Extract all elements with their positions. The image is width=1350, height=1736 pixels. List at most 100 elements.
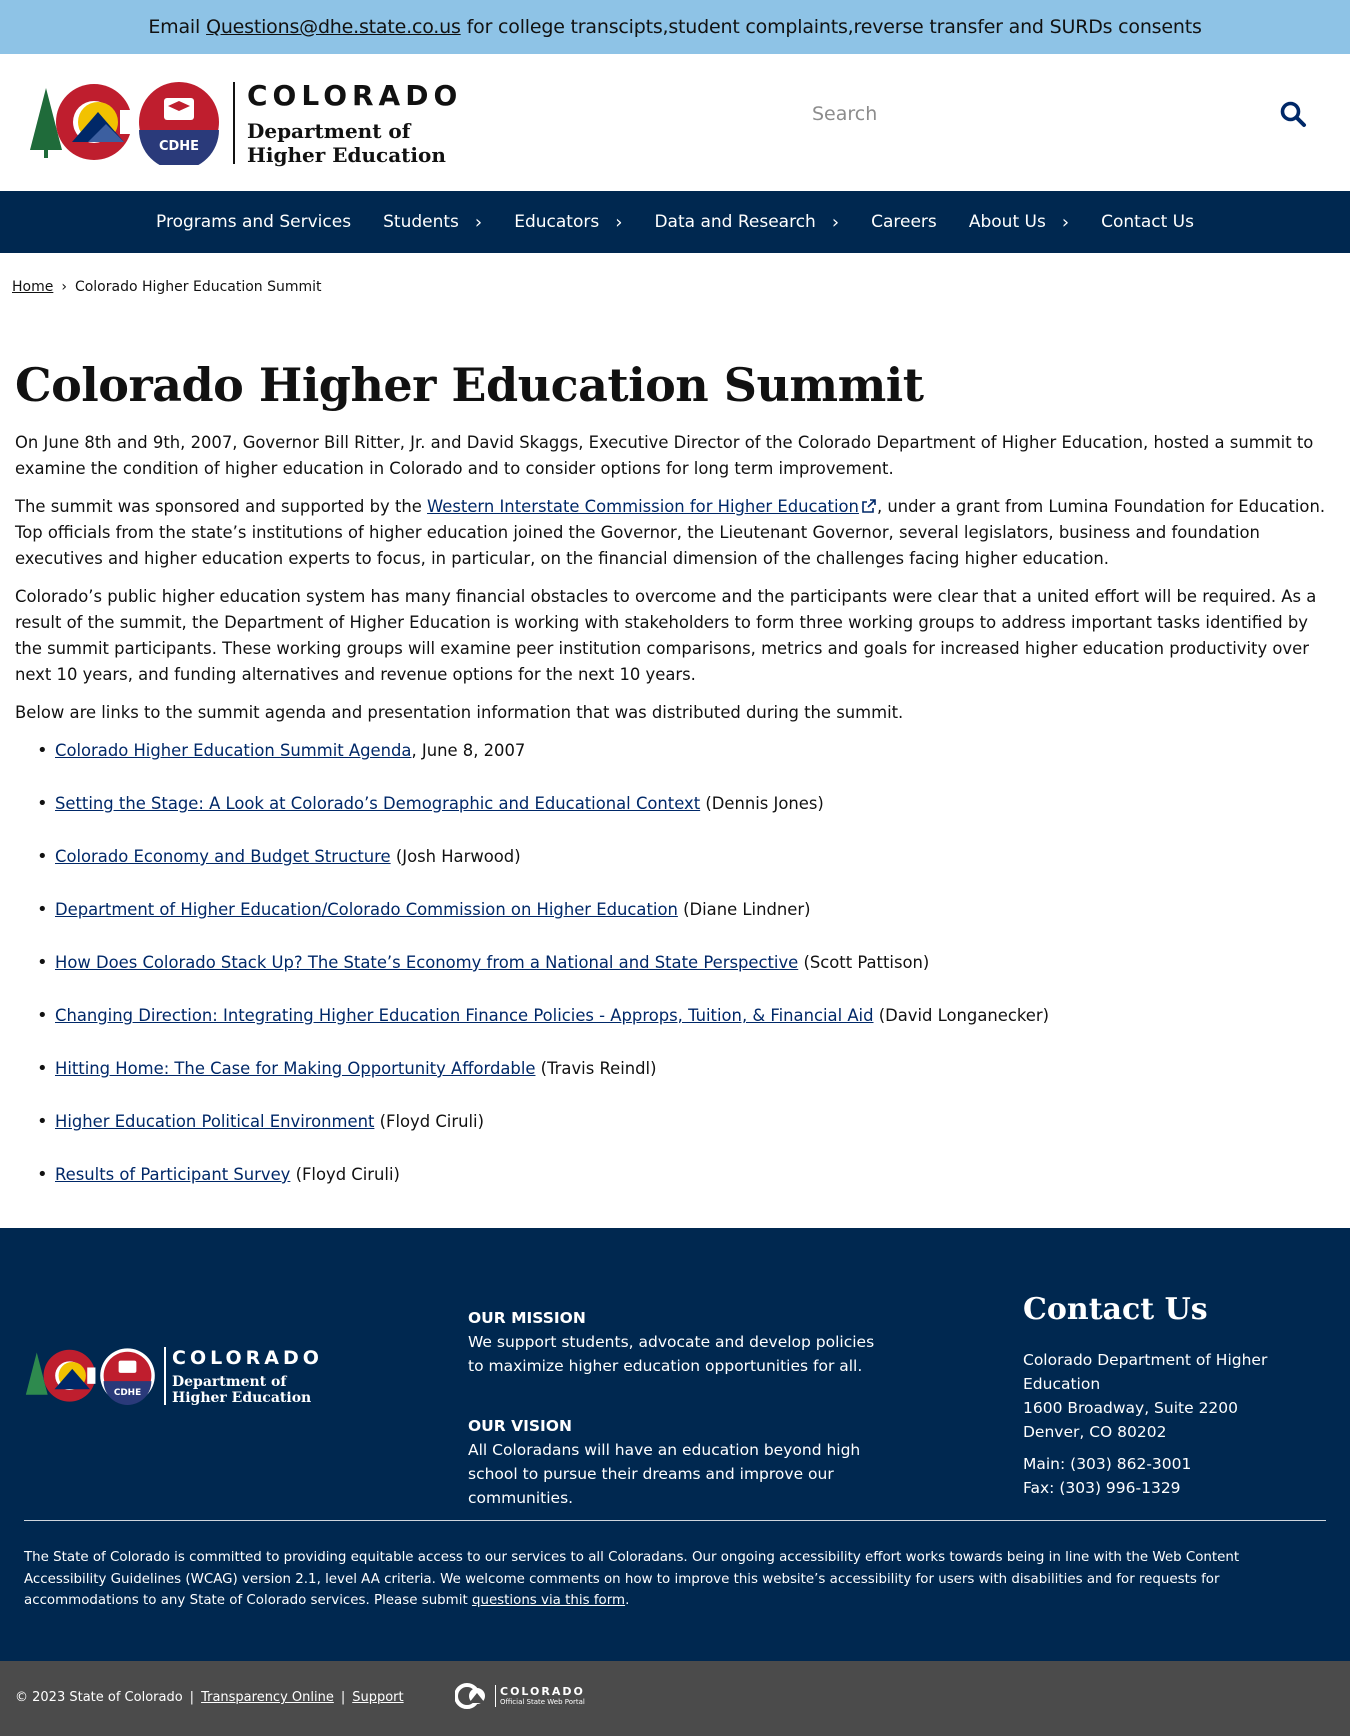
wiche-link-label: Western Interstate Commission for Higher… (427, 497, 859, 516)
support-link[interactable]: Support (352, 1690, 403, 1705)
summit-document-link[interactable]: Changing Direction: Integrating Higher E… (55, 1006, 874, 1025)
contact-main-phone: Main: (303) 862-3001 (1023, 1455, 1192, 1473)
colorado-portal-logo[interactable]: COLORADO Official State Web Portal (455, 1681, 585, 1711)
summit-link-suffix: (Travis Reindl) (535, 1059, 657, 1078)
links-intro-paragraph: Below are links to the summit agenda and… (15, 703, 904, 722)
summit-link-item: Changing Direction: Integrating Higher E… (37, 1003, 1335, 1029)
summit-link-item: Colorado Higher Education Summit Agenda,… (37, 738, 1335, 764)
footer-colorado-cdhe-logo-icon: CDHE (25, 1348, 155, 1405)
chevron-right-icon[interactable]: › (475, 212, 482, 233)
site-logo[interactable]: CDHE COLORADO Department of Higher Educa… (28, 79, 462, 167)
main-content: Colorado Higher Education Summit On June… (15, 350, 1335, 1215)
summit-link-suffix: , June 8, 2007 (411, 741, 526, 760)
logo-dept-line2: Higher Education (247, 142, 446, 167)
summit-link-item: Higher Education Political Environment (… (37, 1109, 1335, 1135)
summit-document-link[interactable]: How Does Colorado Stack Up? The State’s … (55, 953, 798, 972)
summit-document-link[interactable]: Results of Participant Survey (55, 1165, 290, 1184)
sponsor-text-before: The summit was sponsored and supported b… (15, 497, 428, 516)
contact-org: Colorado Department of Higher Education (1023, 1351, 1268, 1393)
footer-logo-divider (164, 1347, 166, 1405)
nav-item-educators[interactable]: Educators › (514, 212, 622, 233)
nav-item-label: Students (383, 212, 459, 232)
chevron-right-icon[interactable]: › (832, 212, 839, 233)
search-bar (790, 88, 1310, 140)
summit-document-link[interactable]: Setting the Stage: A Look at Colorado’s … (55, 794, 700, 813)
footer-logo-dept-line2: Higher Education (172, 1390, 312, 1406)
contact-addr-line1: 1600 Broadway, Suite 2200 (1023, 1399, 1239, 1417)
mission-text: We support students, advocate and develo… (468, 1333, 875, 1375)
nav-item-label: Programs and Services (156, 212, 352, 232)
summit-document-link[interactable]: Higher Education Political Environment (55, 1112, 374, 1131)
footer-contact: Contact Us Colorado Department of Higher… (1023, 1290, 1333, 1508)
nav-item-students[interactable]: Students › (383, 212, 482, 233)
contact-address: Colorado Department of Higher Education … (1023, 1348, 1333, 1444)
nav-item-label: Careers (871, 212, 937, 232)
footer-logo[interactable]: CDHE COLORADO Department of Higher Educa… (24, 1346, 323, 1406)
vision-text: All Coloradans will have an education be… (468, 1441, 861, 1507)
logo-text: COLORADO Department of Higher Education (247, 79, 462, 167)
nav-item-careers[interactable]: Careers (871, 212, 937, 232)
nav-item-label: Data and Research (654, 212, 816, 232)
colorado-cdhe-logo-icon: CDHE (30, 82, 219, 165)
logo-state-name: COLORADO (247, 78, 463, 112)
main-nav-list: Programs and Services Students › Educators ›… (130, 191, 1220, 253)
nav-item-label: Contact Us (1101, 212, 1194, 232)
nav-item-label: About Us (968, 212, 1046, 232)
vision-heading: OUR VISION (468, 1417, 572, 1435)
search-icon (1280, 101, 1306, 127)
summit-link-item: Department of Higher Education/Colorado … (37, 897, 1335, 923)
alert-email-link[interactable]: Questions@dhe.state.co.us (206, 16, 461, 38)
breadcrumb: Home › Colorado Higher Education Summit (12, 279, 322, 295)
nav-item-contact-us[interactable]: Contact Us (1101, 212, 1194, 232)
contact-addr-line2: Denver, CO 80202 (1023, 1423, 1167, 1441)
summit-link-suffix: (Diane Lindner) (677, 900, 811, 919)
summit-link-suffix: (Dennis Jones) (700, 794, 824, 813)
logo-dept-line1: Department of (247, 118, 411, 143)
accessibility-form-link[interactable]: questions via this form (472, 1593, 625, 1608)
mission-heading: OUR MISSION (468, 1309, 586, 1327)
alert-suffix: for college transcipts,student complaint… (466, 16, 1202, 38)
chevron-right-icon[interactable]: › (615, 212, 622, 233)
portal-subtitle: Official State Web Portal (500, 1698, 585, 1706)
wiche-link[interactable]: Western Interstate Commission for Higher… (427, 497, 877, 516)
summit-link-suffix: (David Longanecker) (873, 1006, 1049, 1025)
portal-state: COLORADO (500, 1685, 585, 1698)
logo-divider (233, 81, 235, 164)
summit-link-item: Hitting Home: The Case for Making Opport… (37, 1056, 1335, 1082)
summit-document-link[interactable]: Department of Higher Education/Colorado … (55, 900, 678, 919)
alert-banner: Email Questions@dhe.state.co.us for coll… (0, 0, 1350, 54)
intro-paragraph: On June 8th and 9th, 2007, Governor Bill… (15, 433, 1314, 478)
nav-item-about-us[interactable]: About Us › (969, 212, 1069, 233)
bottom-separator: | (189, 1690, 195, 1705)
nav-item-programs-and-services[interactable]: Programs and Services (156, 212, 351, 232)
svg-text:CDHE: CDHE (159, 139, 199, 154)
search-button[interactable] (1276, 97, 1310, 131)
nav-item-label: Educators (514, 212, 600, 232)
chevron-right-icon[interactable]: › (1062, 212, 1069, 233)
breadcrumb-home[interactable]: Home (12, 279, 53, 295)
summit-link-item: Results of Participant Survey (Floyd Cir… (37, 1162, 1335, 1188)
summit-link-suffix: (Floyd Ciruli) (374, 1112, 484, 1131)
search-input[interactable] (790, 103, 1230, 125)
summit-document-link[interactable]: Colorado Economy and Budget Structure (55, 847, 391, 866)
portal-text: COLORADO Official State Web Portal (495, 1685, 585, 1707)
footer-logo-text: COLORADO Department of Higher Education (172, 1346, 323, 1406)
transparency-online-link[interactable]: Transparency Online (201, 1690, 334, 1705)
summit-link-item: Setting the Stage: A Look at Colorado’s … (37, 791, 1335, 817)
nav-item-data-and-research[interactable]: Data and Research › (654, 212, 839, 233)
sponsor-paragraph: The summit was sponsored and supported b… (15, 494, 1335, 572)
summit-document-link[interactable]: Colorado Higher Education Summit Agenda (55, 741, 411, 760)
bottom-bar: © 2023 State of Colorado | Transparency … (0, 1661, 1350, 1736)
summit-link-suffix: (Josh Harwood) (390, 847, 521, 866)
mission-vision: OUR MISSION We support students, advocat… (468, 1306, 888, 1546)
footer-logo-state: COLORADO (172, 1347, 323, 1369)
accessibility-text: The State of Colorado is committed to pr… (24, 1550, 1240, 1608)
summit-link-suffix: (Scott Pattison) (798, 953, 930, 972)
summit-link-item: How Does Colorado Stack Up? The State’s … (37, 950, 1335, 976)
obstacles-paragraph: Colorado’s public higher education syste… (15, 587, 1317, 684)
site-header: CDHE COLORADO Department of Higher Educa… (0, 54, 1350, 191)
colorado-portal-icon (455, 1683, 485, 1709)
breadcrumb-current: Colorado Higher Education Summit (74, 279, 322, 295)
breadcrumb-separator: › (61, 279, 67, 295)
summit-document-link[interactable]: Hitting Home: The Case for Making Opport… (55, 1059, 535, 1078)
